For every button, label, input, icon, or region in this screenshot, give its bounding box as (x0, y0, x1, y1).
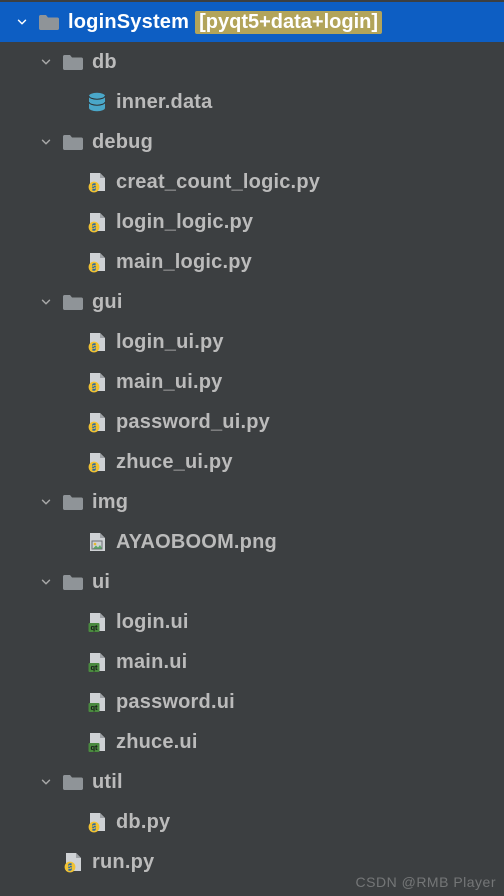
qt-ui-icon: qt (84, 649, 110, 675)
file-main-ui[interactable]: qt main.ui (0, 642, 504, 682)
folder-gui[interactable]: gui (0, 282, 504, 322)
tree-item-label: loginSystem (68, 11, 189, 34)
tree-item-label: zhuce_ui.py (116, 451, 233, 474)
file-inner-data[interactable]: inner.data (0, 82, 504, 122)
python-icon (84, 409, 110, 435)
folder-db[interactable]: db (0, 42, 504, 82)
tree-item-label: main.ui (116, 651, 187, 674)
tree-item-label: db.py (116, 811, 170, 834)
qt-ui-icon: qt (84, 729, 110, 755)
tree-item-label: creat_count_logic.py (116, 171, 320, 194)
file-password-ui[interactable]: qt password.ui (0, 682, 504, 722)
python-icon (84, 369, 110, 395)
qt-ui-icon: qt (84, 689, 110, 715)
tree-item-label: img (92, 491, 128, 514)
tree-item-label: debug (92, 131, 153, 154)
python-icon (84, 809, 110, 835)
folder-icon (60, 289, 86, 315)
folder-icon (60, 129, 86, 155)
folder-icon (36, 9, 62, 35)
database-icon (84, 89, 110, 115)
python-icon (84, 329, 110, 355)
file-zhuce-ui[interactable]: qt zhuce.ui (0, 722, 504, 762)
chevron-down-icon[interactable] (12, 12, 32, 32)
tree-item-label: login_ui.py (116, 331, 224, 354)
file-ayaoboom-png[interactable]: AYAOBOOM.png (0, 522, 504, 562)
tree-item-label: ui (92, 571, 110, 594)
svg-text:qt: qt (90, 663, 98, 672)
folder-ui[interactable]: ui (0, 562, 504, 602)
project-root[interactable]: loginSystem [pyqt5+data+login] (0, 2, 504, 42)
python-icon (84, 249, 110, 275)
file-main-logic[interactable]: main_logic.py (0, 242, 504, 282)
svg-text:qt: qt (90, 743, 98, 752)
folder-debug[interactable]: debug (0, 122, 504, 162)
python-icon (60, 849, 86, 875)
tree-item-label: AYAOBOOM.png (116, 531, 277, 554)
tree-item-label: password_ui.py (116, 411, 270, 434)
chevron-down-icon[interactable] (36, 492, 56, 512)
file-main-ui-py[interactable]: main_ui.py (0, 362, 504, 402)
image-icon (84, 529, 110, 555)
python-icon (84, 169, 110, 195)
file-login-logic[interactable]: login_logic.py (0, 202, 504, 242)
file-password-ui-py[interactable]: password_ui.py (0, 402, 504, 442)
qt-ui-icon: qt (84, 609, 110, 635)
folder-icon (60, 769, 86, 795)
tree-item-label: gui (92, 291, 123, 314)
svg-text:qt: qt (90, 623, 98, 632)
folder-icon (60, 569, 86, 595)
svg-text:qt: qt (90, 703, 98, 712)
chevron-down-icon[interactable] (36, 572, 56, 592)
file-login-ui[interactable]: qt login.ui (0, 602, 504, 642)
tree-item-label: password.ui (116, 691, 235, 714)
tree-item-label: inner.data (116, 91, 212, 114)
chevron-down-icon[interactable] (36, 292, 56, 312)
folder-img[interactable]: img (0, 482, 504, 522)
file-login-ui-py[interactable]: login_ui.py (0, 322, 504, 362)
folder-util[interactable]: util (0, 762, 504, 802)
tree-item-label: db (92, 51, 117, 74)
tree-item-label: login.ui (116, 611, 189, 634)
folder-icon (60, 49, 86, 75)
watermark: CSDN @RMB Player (356, 874, 496, 890)
file-zhuce-ui-py[interactable]: zhuce_ui.py (0, 442, 504, 482)
project-branch-label: [pyqt5+data+login] (195, 11, 382, 34)
tree-item-label: run.py (92, 851, 154, 874)
project-tree[interactable]: loginSystem [pyqt5+data+login] db inner.da… (0, 0, 504, 882)
folder-icon (60, 489, 86, 515)
chevron-down-icon[interactable] (36, 132, 56, 152)
python-icon (84, 449, 110, 475)
chevron-down-icon[interactable] (36, 772, 56, 792)
chevron-down-icon[interactable] (36, 52, 56, 72)
tree-item-label: util (92, 771, 123, 794)
tree-item-label: main_logic.py (116, 251, 252, 274)
tree-item-label: login_logic.py (116, 211, 253, 234)
python-icon (84, 209, 110, 235)
tree-item-label: main_ui.py (116, 371, 222, 394)
file-creat-count-logic[interactable]: creat_count_logic.py (0, 162, 504, 202)
tree-item-label: zhuce.ui (116, 731, 198, 754)
file-db-py[interactable]: db.py (0, 802, 504, 842)
